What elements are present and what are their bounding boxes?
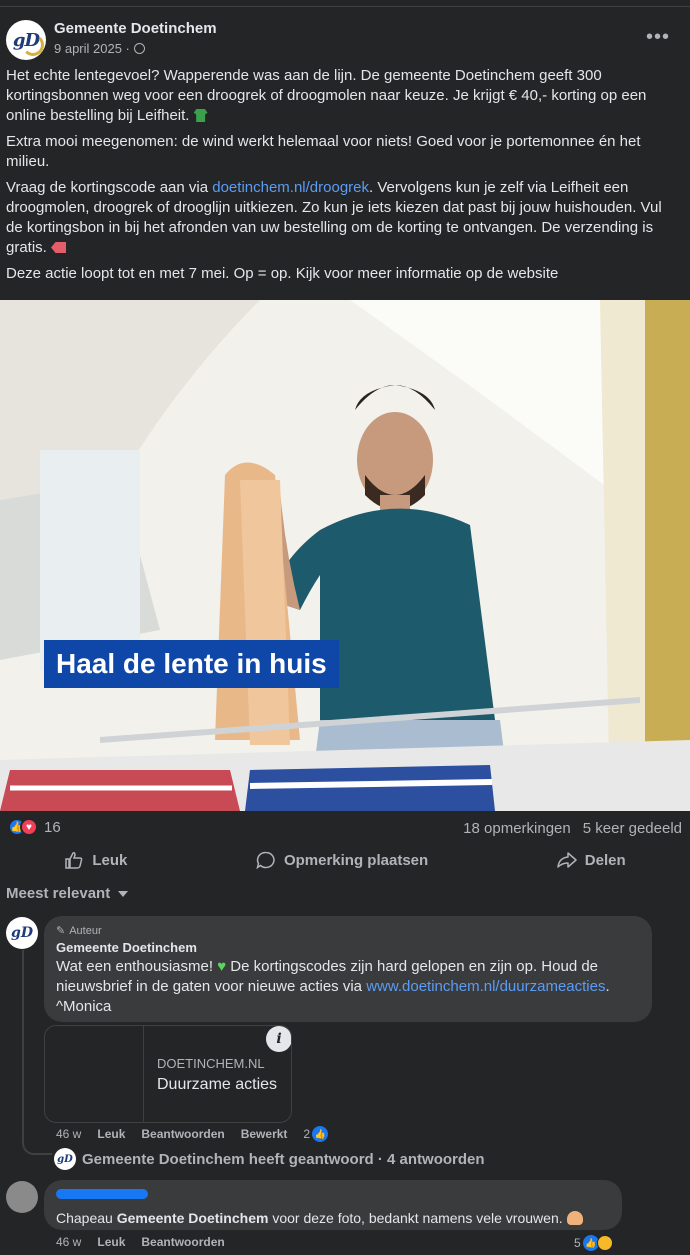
comment-time[interactable]: 46 w xyxy=(56,1235,81,1249)
more-icon[interactable]: ••• xyxy=(646,26,670,49)
top-divider xyxy=(0,6,690,7)
reaction-count: 16 xyxy=(44,818,61,836)
flexed-biceps-icon xyxy=(566,1211,583,1225)
image-banner: Haal de lente in huis xyxy=(44,640,339,688)
post-paragraph: Het echte lentegevoel? Wapperende was aa… xyxy=(6,67,647,124)
comment-button[interactable]: Opmerking plaatsen xyxy=(256,851,428,869)
comment-reply-button[interactable]: Beantwoorden xyxy=(141,1127,224,1141)
redacted-author xyxy=(56,1186,610,1204)
post-date[interactable]: 9 april 2025 · xyxy=(54,41,130,56)
comment-meta: 46 w Leuk Beantwoorden xyxy=(56,1235,225,1249)
comment-reactions[interactable]: 5 👍 xyxy=(574,1235,613,1251)
post-photo[interactable]: Haal de lente in huis xyxy=(0,300,690,811)
engagement-counts: 18 opmerkingen 5 keer gedeeld xyxy=(463,820,682,837)
comment-like-button[interactable]: Leuk xyxy=(97,1127,125,1141)
comment-avatar[interactable] xyxy=(6,1181,38,1213)
comment-bubble: ✎ Auteur Gemeente Doetinchem Wat een ent… xyxy=(44,916,652,1022)
comment-author[interactable]: Gemeente Doetinchem xyxy=(56,940,640,955)
green-heart-icon: ♥ xyxy=(217,958,227,975)
reaction-summary[interactable]: 👍 ♥ 16 xyxy=(8,818,61,836)
page-avatar[interactable]: gD xyxy=(6,20,46,60)
pencil-icon: ✎ xyxy=(56,925,66,937)
chevron-down-icon xyxy=(118,890,129,897)
comments-count[interactable]: 18 opmerkingen xyxy=(463,820,571,837)
comment-text: Wat een enthousiasme! ♥ De kortingscodes… xyxy=(56,958,610,1015)
comment-text: Chapeau Gemeente Doetinchem voor deze fo… xyxy=(56,1208,610,1228)
tag-emoji-icon xyxy=(51,242,67,253)
post-paragraph: Deze actie loopt tot en met 7 mei. Op = … xyxy=(6,265,559,282)
comment-time[interactable]: 46 w xyxy=(56,1127,81,1141)
link-preview-image xyxy=(45,1026,144,1122)
comment-icon xyxy=(256,851,275,869)
globe-icon xyxy=(133,43,145,54)
like-button[interactable]: Leuk xyxy=(64,851,127,869)
share-button[interactable]: Delen xyxy=(557,851,626,869)
droogrek-link[interactable]: doetinchem.nl/droogrek xyxy=(212,179,369,196)
comment-bubble: Chapeau Gemeente Doetinchem voor deze fo… xyxy=(44,1180,622,1230)
post-paragraph: Extra mooi meegenomen: de wind werkt hel… xyxy=(6,133,641,170)
post-header: gD Gemeente Doetinchem 9 april 2025 · ••… xyxy=(6,18,684,62)
post-meta: 9 april 2025 · xyxy=(54,41,145,56)
duurzameacties-link[interactable]: www.doetinchem.nl/duurzameacties xyxy=(366,978,605,995)
link-preview-domain: DOETINCHEM.NL xyxy=(157,1056,265,1071)
comment-reactions[interactable]: 2 👍 xyxy=(303,1126,329,1142)
comment-reply-button[interactable]: Beantwoorden xyxy=(141,1235,224,1249)
reply-avatar: gD xyxy=(54,1148,76,1170)
haha-reaction-icon xyxy=(596,1235,613,1251)
post-body: Het echte lentegevoel? Wapperende was aa… xyxy=(6,66,682,290)
shirt-emoji-icon xyxy=(193,109,208,122)
comment-like-button[interactable]: Leuk xyxy=(97,1235,125,1249)
like-icon xyxy=(65,852,83,869)
post-actions: Leuk Opmerking plaatsen Delen xyxy=(0,845,690,875)
shares-count[interactable]: 5 keer gedeeld xyxy=(583,820,682,837)
love-reaction-icon: ♥ xyxy=(20,818,38,836)
link-preview-card[interactable]: DOETINCHEM.NL Duurzame acties i xyxy=(44,1025,292,1123)
share-icon xyxy=(557,852,577,868)
page-name[interactable]: Gemeente Doetinchem xyxy=(54,20,217,37)
comment-edited-label: Bewerkt xyxy=(240,1127,288,1141)
post-paragraph: Vraag de kortingscode aan via doetinchem… xyxy=(6,179,662,256)
view-replies-link[interactable]: gD Gemeente Doetinchem heeft geantwoord … xyxy=(54,1148,485,1170)
comment-sort-dropdown[interactable]: Meest relevant xyxy=(6,885,129,902)
comment-meta: 46 w Leuk Beantwoorden Bewerkt 2 👍 xyxy=(56,1126,329,1142)
link-preview-title: Duurzame acties xyxy=(157,1076,278,1093)
author-badge: ✎ Auteur xyxy=(56,924,102,938)
info-icon[interactable]: i xyxy=(266,1026,291,1052)
comment-avatar[interactable]: gD xyxy=(6,917,38,949)
like-reaction-icon: 👍 xyxy=(312,1126,329,1142)
mention-link[interactable]: Gemeente Doetinchem xyxy=(117,1210,269,1226)
